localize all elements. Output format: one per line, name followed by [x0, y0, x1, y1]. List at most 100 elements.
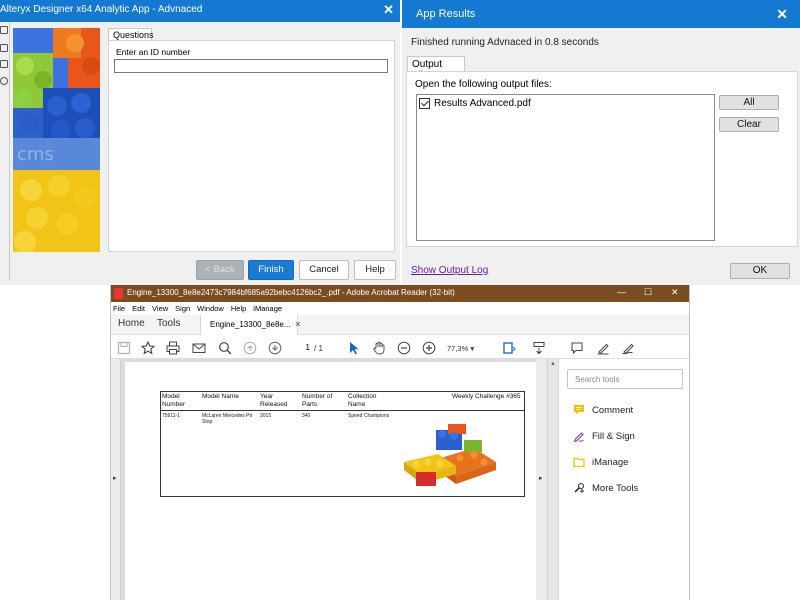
close-icon[interactable]: ✕: [295, 320, 302, 329]
menu-bar: File Edit View Sign Window Help iManage: [111, 302, 689, 315]
menu-item-window[interactable]: Window: [197, 302, 224, 315]
menu-item-view[interactable]: View: [152, 302, 168, 315]
pdf-file-icon: [114, 288, 123, 299]
tools-pane: Search tools Comment Fill & Sign iManage…: [558, 359, 689, 600]
scroll-mode-icon[interactable]: [531, 340, 547, 356]
id-number-input[interactable]: [114, 59, 388, 73]
run-status-text: Finished running Advnaced in 0.8 seconds: [411, 37, 599, 48]
bookmark-star-icon[interactable]: [140, 340, 156, 356]
report-header-cell: Year Released: [260, 393, 288, 408]
zoom-in-icon[interactable]: [421, 340, 437, 356]
minimize-icon[interactable]: —: [617, 287, 626, 297]
tool-imanage[interactable]: iManage: [573, 456, 628, 468]
menu-item-edit[interactable]: Edit: [132, 302, 145, 315]
document-view: ▸ Model Number Model Name Year Released …: [111, 359, 547, 600]
next-page-icon[interactable]: [267, 340, 283, 356]
search-icon[interactable]: [217, 340, 233, 356]
tab-output-files[interactable]: Output Files: [407, 56, 465, 81]
toolbar-icon[interactable]: [0, 26, 8, 34]
vertical-scrollbar[interactable]: ▲: [547, 359, 558, 600]
id-number-label: Enter an ID number: [116, 47, 191, 57]
hand-tool-icon[interactable]: [371, 340, 387, 356]
highlight-pen-icon[interactable]: [595, 340, 611, 356]
report-header-row: Model Number Model Name Year Released Nu…: [161, 392, 524, 411]
print-icon[interactable]: [165, 340, 181, 356]
report-cell: 75911-1: [162, 413, 180, 419]
sign-icon[interactable]: [620, 340, 636, 356]
scroll-up-icon[interactable]: ▲: [550, 361, 556, 367]
list-item[interactable]: Results Advanced.pdf: [419, 97, 531, 110]
analytic-app-titlebar: Alteryx Designer x64 Analytic App - Advn…: [0, 0, 400, 22]
finish-button[interactable]: Finish: [248, 260, 294, 280]
toolbar-icon[interactable]: [0, 77, 8, 85]
tool-label: Fill & Sign: [592, 430, 635, 442]
close-icon[interactable]: ✕: [671, 287, 679, 298]
menu-item-file[interactable]: File: [113, 302, 125, 315]
app-banner-image: cms: [13, 28, 100, 252]
comment-icon[interactable]: [569, 340, 585, 356]
zoom-level-dropdown[interactable]: 77,3% ▾: [447, 344, 474, 353]
page-number-input[interactable]: [292, 341, 312, 354]
select-cursor-icon[interactable]: [346, 340, 362, 356]
maximize-icon[interactable]: ☐: [644, 287, 652, 298]
acrobat-title: Engine_13300_8e8e2473c7984bf685a92bebc41…: [127, 288, 455, 297]
report-cell: 2015: [260, 413, 272, 419]
clear-button[interactable]: Clear: [719, 117, 779, 132]
acrobat-tab-bar: Home Tools Engine_13300_8e8e... ✕: [111, 315, 689, 335]
previous-page-icon[interactable]: [242, 340, 258, 356]
report-cell: McLaren Mercedes Pit Stop: [202, 413, 253, 425]
toolbar-icon[interactable]: [0, 44, 8, 52]
close-icon[interactable]: ✕: [383, 2, 394, 18]
comment-icon: [574, 405, 584, 415]
ok-button[interactable]: OK: [730, 263, 790, 279]
menu-item-imanage[interactable]: iManage: [253, 302, 282, 315]
menu-item-sign[interactable]: Sign: [175, 302, 190, 315]
report-header-cell: Model Number: [162, 393, 186, 408]
left-panel-toggle[interactable]: ▸: [111, 359, 121, 600]
acrobat-titlebar: Engine_13300_8e8e2473c7984bf685a92bebc41…: [111, 285, 689, 302]
tab-tools[interactable]: Tools: [157, 318, 180, 329]
acrobat-window: Engine_13300_8e8e2473c7984bf685a92bebc41…: [110, 285, 690, 600]
menu-item-help[interactable]: Help: [231, 302, 246, 315]
tool-fill-sign[interactable]: Fill & Sign: [573, 430, 635, 442]
zoom-level-value: 77,3%: [447, 344, 469, 353]
wrench-icon: [574, 482, 585, 493]
fit-page-icon[interactable]: [501, 340, 517, 356]
email-icon[interactable]: [191, 340, 207, 356]
show-output-log-link[interactable]: Show Output Log: [411, 265, 488, 276]
close-icon[interactable]: ✕: [776, 6, 788, 23]
app-results-title: App Results: [416, 8, 476, 20]
tool-label: iManage: [592, 456, 629, 468]
app-results-titlebar: App Results ✕: [402, 0, 800, 28]
tab-document[interactable]: Engine_13300_8e8e... ✕: [200, 315, 301, 335]
tab-home[interactable]: Home: [118, 318, 145, 329]
report-table: Model Number Model Name Year Released Nu…: [160, 391, 525, 497]
analytic-app-title: Alteryx Designer x64 Analytic App - Advn…: [0, 4, 203, 15]
pdf-page: Model Number Model Name Year Released Nu…: [125, 362, 536, 600]
select-all-button[interactable]: All: [719, 95, 779, 110]
toolbar-icon[interactable]: [0, 60, 8, 68]
expand-arrow-icon[interactable]: ▸: [113, 474, 117, 482]
report-cell: 340: [302, 413, 311, 419]
tool-more-tools[interactable]: More Tools: [573, 482, 638, 494]
zoom-out-icon[interactable]: [396, 340, 412, 356]
open-files-label: Open the following output files:: [415, 79, 552, 90]
right-panel-toggle[interactable]: ▸: [536, 359, 547, 600]
output-file-name: Results Advanced.pdf: [434, 98, 531, 109]
svg-text:cms: cms: [17, 144, 54, 165]
tool-comment[interactable]: Comment: [573, 404, 633, 416]
page-total: / 1: [314, 344, 323, 353]
save-icon[interactable]: [116, 340, 132, 356]
checkbox-checked-icon[interactable]: [419, 98, 430, 109]
search-tools-input[interactable]: Search tools: [567, 369, 683, 389]
document-tab-label: Engine_13300_8e8e...: [210, 320, 291, 329]
search-tools-placeholder: Search tools: [575, 375, 620, 384]
report-header-cell: Number of Parts: [302, 393, 333, 408]
folder-icon: [573, 457, 585, 468]
help-button[interactable]: Help: [354, 260, 396, 280]
pen-icon: [573, 432, 584, 442]
expand-arrow-icon[interactable]: ▸: [539, 474, 543, 482]
back-button[interactable]: < Back: [196, 260, 244, 280]
cancel-button[interactable]: Cancel: [299, 260, 349, 280]
questions-panel: Enter an ID number: [108, 40, 395, 252]
